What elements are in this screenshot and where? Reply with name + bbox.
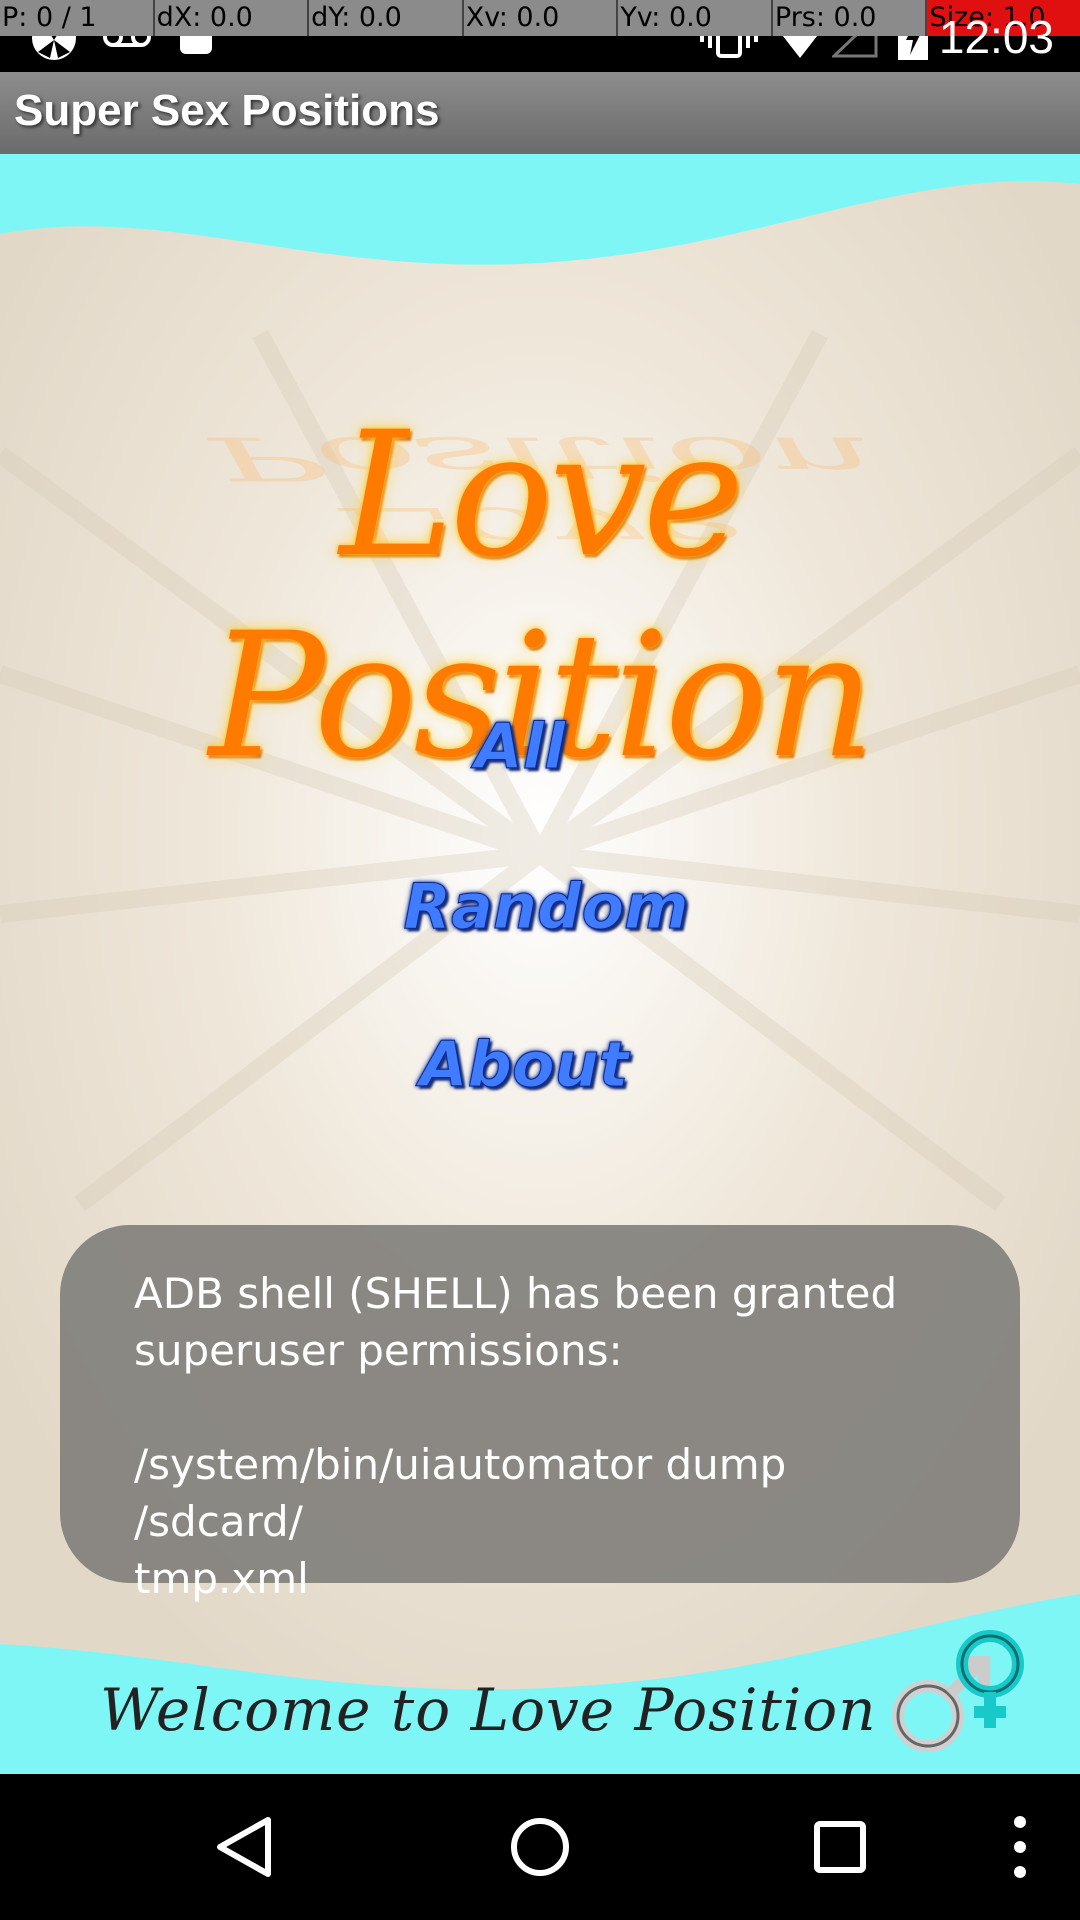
- menu-about-button[interactable]: About: [0, 1028, 1064, 1102]
- debug-yv: Yv: 0.0: [618, 0, 773, 36]
- app-bar: Super Sex Positions: [0, 72, 1080, 154]
- status-clock: 12:03: [938, 11, 1054, 63]
- recents-icon[interactable]: [805, 1812, 875, 1882]
- toast-line-2: superuser permissions:: [134, 1326, 623, 1375]
- toast-line-3: /system/bin/uiautomator dump /sdcard/: [134, 1440, 787, 1546]
- pointer-location-overlay: P: 0 / 1 dX: 0.0 dY: 0.0 Xv: 0.0 Yv: 0.0…: [0, 0, 1080, 36]
- debug-pressure: Prs: 0.0: [773, 0, 928, 36]
- toast-line-4: tmp.xml: [134, 1554, 309, 1603]
- debug-pointer-count: P: 0 / 1: [0, 0, 155, 36]
- app-title: Super Sex Positions: [14, 86, 440, 135]
- navigation-bar: [0, 1774, 1080, 1920]
- debug-xv: Xv: 0.0: [464, 0, 619, 36]
- menu-random-button[interactable]: Random: [6, 870, 1080, 944]
- menu-all-button[interactable]: All: [0, 710, 1060, 784]
- male-female-symbol-icon: [892, 1630, 1024, 1752]
- overflow-menu-icon[interactable]: [1000, 1812, 1040, 1882]
- debug-dx: dX: 0.0: [155, 0, 310, 36]
- toast-line-1: ADB shell (SHELL) has been granted: [134, 1269, 898, 1318]
- welcome-banner: Welcome to Love Position: [100, 1676, 877, 1744]
- back-icon[interactable]: [210, 1812, 280, 1882]
- debug-dy: dY: 0.0: [309, 0, 464, 36]
- home-icon[interactable]: [505, 1812, 575, 1882]
- superuser-toast: ADB shell (SHELL) has been granted super…: [60, 1225, 1020, 1603]
